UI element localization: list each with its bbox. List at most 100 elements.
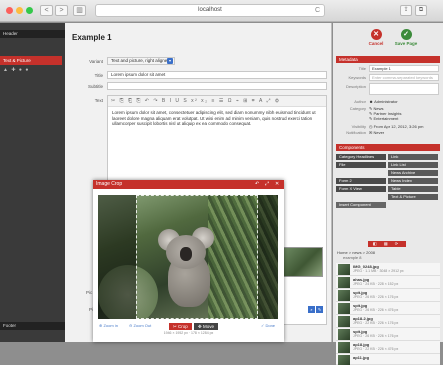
file-name: ap11.jpg: [353, 355, 370, 360]
library-item[interactable]: ap11.jpg: [336, 354, 440, 365]
edit-button[interactable]: ✎: [316, 306, 323, 313]
component-file[interactable]: File: [336, 162, 386, 168]
library-item[interactable]: ap18-2.jpg JPEG · 22 KB · 226 × 176 px: [336, 315, 440, 328]
file-thumbnail: [338, 277, 350, 288]
title-label: Title: [94, 73, 103, 78]
check-icon: ✓: [400, 29, 412, 40]
sidebar-footer-section[interactable]: Footer: [0, 322, 65, 330]
forward-button[interactable]: >: [55, 5, 68, 16]
file-thumbnail: [338, 342, 350, 353]
library-item[interactable]: ahas.jpg JPEG · 24 KB · 228 × 152 px: [336, 276, 440, 289]
crop-image[interactable]: [98, 195, 278, 319]
text-label: Text: [94, 98, 103, 103]
library-tabs[interactable]: ◧ ▦ ⟳: [368, 241, 406, 247]
close-window-icon[interactable]: [6, 7, 13, 14]
zoom-window-icon[interactable]: [26, 7, 33, 14]
component-news-archive[interactable]: News Archive: [388, 170, 438, 176]
meta-description-label: Description: [345, 84, 366, 89]
library-item[interactable]: spit.jpg JPEG · 26 KB · 226 × 476 px: [336, 302, 440, 315]
modal-title: Image Crop: [96, 181, 123, 187]
file-meta: JPEG · 1.1 MB · 3048 × 2912 px: [353, 269, 404, 273]
subtitle-input[interactable]: [107, 82, 327, 90]
meta-author-value[interactable]: ☻ Administrator: [369, 99, 398, 104]
meta-description-input[interactable]: [369, 83, 439, 95]
text-body[interactable]: Lorem ipsum dolor sit amet, consectetuer…: [108, 107, 326, 130]
zoom-out-button[interactable]: ⊖ Zoom Out: [129, 321, 151, 331]
url-text: localhost: [198, 7, 222, 13]
zoom-in-button[interactable]: ⊕ Zoom in: [99, 321, 118, 331]
variant-select[interactable]: Text and picture, right aligned: [107, 57, 175, 65]
component-category-headlines[interactable]: Category Headlines: [336, 154, 386, 160]
component-table[interactable]: Table: [388, 186, 438, 192]
back-button[interactable]: <: [40, 5, 53, 16]
minimize-window-icon[interactable]: [16, 7, 23, 14]
file-thumbnail: [338, 290, 350, 301]
meta-category-value-3[interactable]: ✎ Entertainment: [369, 116, 398, 121]
move-button[interactable]: ✥ Move: [194, 323, 219, 330]
component-news-index[interactable]: News Index: [388, 178, 438, 184]
crop-toolbar: ⊕ Zoom in ⊖ Zoom Out ✂ Crop ✥ Move ✓ Don…: [93, 321, 284, 331]
component-form-x-view[interactable]: Form X View: [336, 186, 386, 192]
variant-label: Variant: [89, 59, 103, 64]
component-tool-icons[interactable]: ▲ ✚ ● ●: [3, 67, 29, 73]
meta-title-input[interactable]: Example 1: [369, 65, 439, 72]
component-link-list[interactable]: Link List: [388, 162, 438, 168]
modal-header: Image Crop ↶ ⤢ ✕: [93, 180, 284, 189]
metadata-heading[interactable]: Metadata: [336, 56, 440, 63]
tabs-overview-button[interactable]: ⧉: [415, 5, 427, 16]
library-item[interactable]: spit.jpg JPEG · 26 KB · 226 × 176 px: [336, 328, 440, 341]
file-meta: JPEG · 22 KB · 226 × 476 px: [353, 347, 399, 351]
crop-selection[interactable]: [136, 195, 258, 319]
image-crop-modal: Image Crop ↶ ⤢ ✕ ⊕ Zoom in ⊖ Zoom Out ✂ …: [93, 180, 284, 342]
file-thumbnail: [338, 355, 350, 365]
save-page-button[interactable]: ✓ Save Page: [391, 29, 421, 46]
done-button[interactable]: ✓ Done: [261, 321, 275, 331]
meta-category-label: Category: [349, 106, 366, 111]
reload-icon[interactable]: C: [315, 5, 320, 16]
insert-component-button[interactable]: Insert Component: [336, 202, 386, 208]
editor-toolbar[interactable]: ✂ ⎘ ⎗ ⎘ ↶ ↷ B I U S x² x₂ ≡ ☰ Ω ⌁ ⊞ ⌗ A …: [108, 96, 326, 107]
browser-toolbar: < > ▥ localhost C ⇪ ⧉: [0, 0, 443, 22]
image-size-info: 1946 × 1952 px · 178 × 1284 px: [163, 331, 214, 335]
meta-notification-value[interactable]: ✉ Never: [369, 130, 384, 135]
left-sidebar: Header Text & Picture ▲ ✚ ● ● Footer: [0, 23, 65, 342]
file-meta: JPEG · 26 KB · 226 × 476 px: [353, 308, 399, 312]
file-thumbnail: [338, 264, 350, 275]
meta-notification-label: Notification: [346, 130, 366, 135]
close-icon: ✕: [370, 29, 382, 40]
sidebar-item-text-picture[interactable]: Text & Picture: [0, 56, 62, 65]
file-meta: JPEG · 26 KB · 226 × 176 px: [353, 334, 399, 338]
component-form-2[interactable]: Form 2: [336, 178, 386, 184]
save-label: Save Page: [394, 41, 418, 46]
file-thumbnail: [338, 329, 350, 340]
right-panel: ✕ Cancel ✓ Save Page Metadata Title Exam…: [333, 23, 443, 365]
library-item[interactable]: IMG_0248.jpg JPEG · 1.1 MB · 3048 × 2912…: [336, 263, 440, 276]
picture-thumbnail[interactable]: [283, 247, 323, 277]
chevron-down-icon[interactable]: ▾: [167, 58, 173, 64]
meta-title-label: Title: [358, 66, 366, 71]
file-meta: JPEG · 26 KB · 226 × 176 px: [353, 295, 399, 299]
title-input[interactable]: Lorem ipsum dolor sit amet: [107, 71, 327, 79]
components-heading[interactable]: Components: [336, 144, 440, 151]
cancel-button[interactable]: ✕ Cancel: [361, 29, 391, 46]
sidebar-header-section[interactable]: Header: [0, 30, 65, 38]
search-button[interactable]: ⌕: [308, 306, 315, 313]
meta-visibility-value[interactable]: ◷ From Apr 12, 2012, 3:26 pm: [369, 124, 423, 129]
crop-mask-right: [258, 195, 278, 319]
expand-icon[interactable]: ⤢: [265, 180, 269, 189]
undo-icon[interactable]: ↶: [255, 180, 259, 189]
library-item[interactable]: spit.jpg JPEG · 26 KB · 226 × 176 px: [336, 289, 440, 302]
component-link[interactable]: Link: [388, 154, 438, 160]
file-thumbnail: [338, 316, 350, 327]
close-icon[interactable]: ✕: [275, 180, 279, 189]
share-button[interactable]: ⇪: [400, 5, 412, 16]
library-item[interactable]: ap18.jpg JPEG · 22 KB · 226 × 476 px: [336, 341, 440, 354]
crop-button[interactable]: ✂ Crop: [169, 323, 192, 330]
component-text-picture[interactable]: Text & Picture: [388, 194, 438, 200]
file-meta: JPEG · 24 KB · 228 × 152 px: [353, 282, 399, 286]
sidebar-toggle-button[interactable]: ▥: [73, 5, 86, 16]
variant-value: Text and picture, right aligned: [111, 58, 170, 63]
url-bar[interactable]: localhost C: [95, 4, 325, 17]
library-count: example 8: [343, 255, 362, 260]
meta-keywords-input[interactable]: Enter comma-separated keywords: [369, 74, 439, 81]
